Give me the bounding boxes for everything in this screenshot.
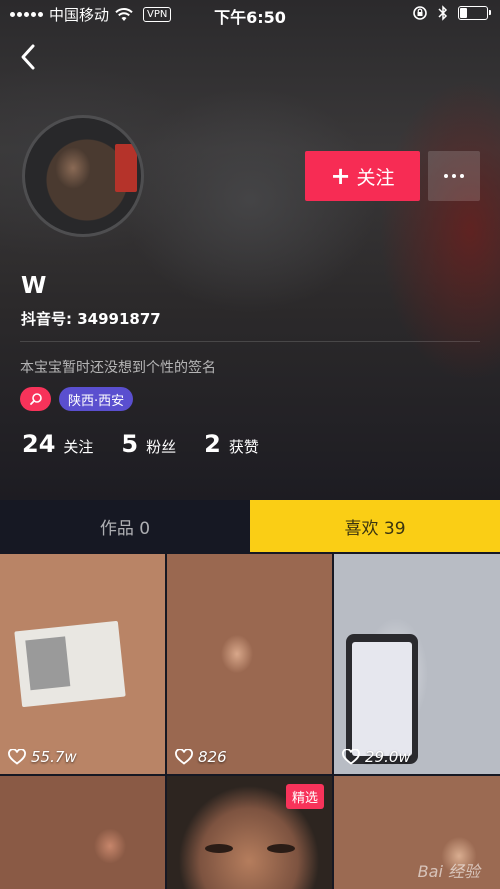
profile-stats: 24 关注 5 粉丝 2 获赞 — [22, 430, 287, 458]
stat-count: 5 — [121, 430, 139, 458]
avatar[interactable] — [22, 115, 144, 237]
video-likes: 826 — [175, 748, 227, 766]
tab-likes[interactable]: 喜欢 39 — [250, 500, 500, 552]
follow-button[interactable]: + 关注 — [305, 151, 420, 201]
follow-button-label: 关注 — [356, 166, 395, 189]
heart-icon — [8, 749, 26, 765]
stat-followers[interactable]: 5 粉丝 — [121, 430, 176, 458]
profile-tabs: 作品 0 喜欢 39 — [0, 500, 500, 552]
douyin-id: 抖音号: 34991877 — [21, 310, 161, 328]
bluetooth-icon — [438, 5, 448, 21]
video-thumbnail[interactable]: 精选 — [167, 776, 332, 889]
heart-icon — [342, 749, 360, 765]
video-likes-count: 29.0w — [365, 748, 411, 766]
profile-nickname: W — [21, 273, 47, 299]
featured-badge: 精选 — [285, 784, 324, 809]
divider — [20, 341, 480, 342]
stat-likes-received[interactable]: 2 获赞 — [204, 430, 259, 458]
thumbnail-detail — [14, 620, 126, 708]
plus-icon: + — [330, 162, 351, 190]
video-grid: 55.7w 826 29.0w 精选 Bai 经验 — [0, 554, 500, 889]
stat-count: 2 — [204, 430, 221, 458]
stat-label: 获赞 — [228, 438, 259, 456]
video-thumbnail[interactable]: Bai 经验 — [334, 776, 500, 889]
video-likes: 29.0w — [342, 748, 411, 766]
search-icon — [29, 393, 42, 405]
chevron-left-icon — [21, 44, 35, 70]
profile-header-background — [0, 0, 500, 500]
search-tag[interactable] — [20, 387, 51, 411]
video-likes-count: 826 — [198, 748, 227, 766]
video-thumbnail[interactable]: 29.0w — [334, 554, 500, 774]
video-likes-count: 55.7w — [31, 748, 77, 766]
battery-icon — [458, 6, 491, 20]
more-dot-icon — [444, 174, 448, 178]
video-likes: 55.7w — [8, 748, 77, 766]
rotation-lock-icon — [413, 6, 427, 20]
video-thumbnail[interactable] — [0, 776, 165, 889]
stat-count: 24 — [22, 430, 56, 458]
thumbnail-detail — [346, 634, 418, 764]
avatar-photo-detail — [115, 144, 137, 192]
watermark: Bai 经验 — [417, 862, 480, 881]
thumbnail-detail — [205, 844, 295, 854]
heart-icon — [175, 749, 193, 765]
more-dot-icon — [452, 174, 456, 178]
stat-label: 关注 — [63, 438, 94, 456]
video-thumbnail[interactable]: 55.7w — [0, 554, 165, 774]
video-thumbnail[interactable]: 826 — [167, 554, 332, 774]
tab-works[interactable]: 作品 0 — [0, 500, 250, 552]
location-tag[interactable]: 陕西·西安 — [59, 387, 134, 411]
profile-signature: 本宝宝暂时还没想到个性的签名 — [20, 360, 216, 376]
back-button[interactable] — [14, 40, 44, 74]
more-dot-icon — [460, 174, 464, 178]
more-options-button[interactable] — [428, 151, 480, 201]
status-bar-right — [412, 5, 491, 21]
stat-label: 粉丝 — [146, 438, 177, 456]
profile-tags: 陕西·西安 — [20, 387, 134, 411]
status-bar: 中国移动 VPN 下午6:50 — [0, 0, 500, 28]
stat-following[interactable]: 24 关注 — [22, 430, 93, 458]
battery-level — [460, 8, 467, 18]
